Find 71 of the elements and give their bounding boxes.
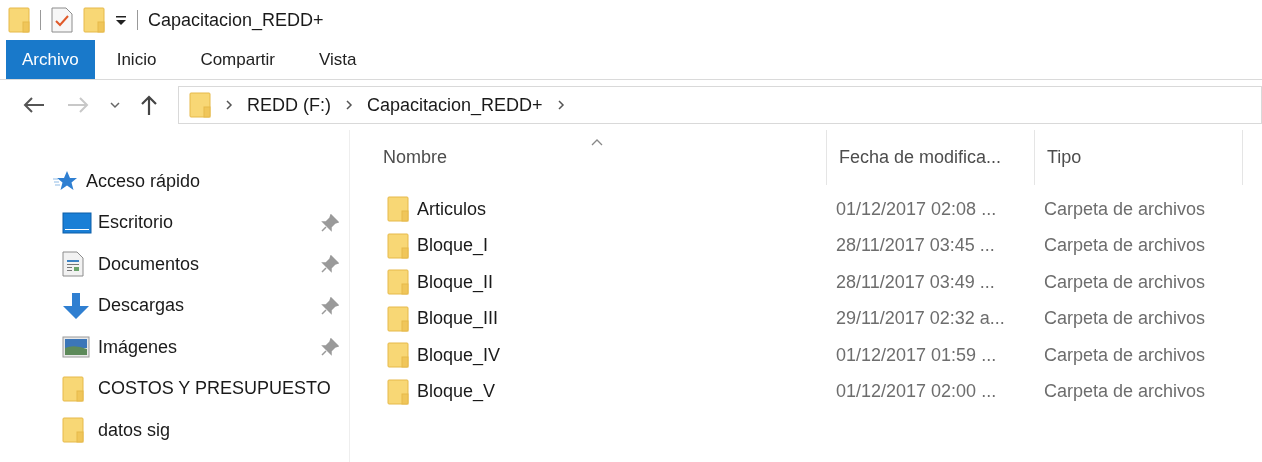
document-icon (62, 251, 84, 278)
pin-icon[interactable] (321, 338, 339, 357)
pin-icon[interactable] (321, 296, 339, 315)
file-name: Bloque_I (417, 234, 489, 258)
modified-date: 01/12/2017 02:08 ... (836, 198, 997, 219)
up-arrow-icon[interactable] (140, 94, 158, 116)
breadcrumb[interactable]: REDD (F:) (247, 91, 331, 119)
column-header[interactable]: Fecha de modifica... (826, 130, 1034, 185)
file-row[interactable]: Articulos 01/12/2017 02:08 ... Carpeta de archivos (350, 191, 1262, 228)
modified-date: 01/12/2017 01:59 ... (836, 344, 997, 365)
folder-icon (387, 269, 409, 296)
checklist-document-icon[interactable] (51, 7, 73, 33)
file-type: Carpeta de archivos (1044, 381, 1206, 402)
folder-icon (189, 92, 211, 118)
pin-icon[interactable] (321, 213, 339, 232)
folder-icon (387, 232, 409, 259)
back-arrow-icon[interactable] (22, 96, 46, 114)
file-name: Articulos (417, 197, 487, 221)
download-arrow-icon (62, 291, 90, 320)
address-bar[interactable]: REDD (F:) Capacitacion_REDD+ (178, 86, 1262, 124)
file-type: Carpeta de archivos (1044, 198, 1206, 219)
file-row[interactable]: Bloque_I 28/11/2017 03:45 ... Carpeta de archivos (350, 227, 1262, 264)
file-name: Bloque_II (417, 270, 494, 295)
sidebar-item[interactable]: Escritorio (52, 202, 339, 244)
folder-icon (387, 342, 409, 369)
desktop-icon (62, 211, 92, 234)
sidebar-item[interactable]: Imágenes (52, 326, 339, 368)
pin-icon[interactable] (321, 255, 339, 274)
chevron-right-icon[interactable] (225, 99, 233, 111)
folder-icon (8, 7, 30, 33)
modified-date: 28/11/2017 03:49 ... (836, 271, 995, 292)
folder-icon (62, 375, 84, 402)
sidebar-item[interactable]: COSTOS Y PRESUPUESTO (52, 368, 339, 410)
modified-date: 28/11/2017 03:45 ... (836, 235, 995, 256)
folder-icon (387, 378, 409, 405)
column-header[interactable]: Tipo (1034, 130, 1243, 185)
quick-access-header[interactable]: Acceso rápido (86, 167, 201, 195)
image-icon (62, 336, 90, 359)
modified-date: 29/11/2017 02:32 a... (836, 308, 1005, 329)
column-header[interactable]: Nombre (350, 130, 826, 185)
dropdown-arrow-icon[interactable] (115, 14, 127, 26)
folder-icon (83, 7, 105, 33)
window-title: Capacitacion_REDD+ (148, 8, 324, 33)
file-type: Carpeta de archivos (1044, 235, 1206, 256)
ribbon-tab[interactable]: Vista (297, 40, 379, 79)
file-row[interactable]: Bloque_II 28/11/2017 03:49 ... Carpeta de archivos (350, 264, 1262, 301)
star-icon (52, 170, 78, 192)
folder-icon (387, 196, 409, 223)
sidebar-item[interactable]: Descargas (52, 285, 339, 327)
chevron-right-icon[interactable] (345, 99, 353, 111)
sidebar-item[interactable]: Documentos (52, 243, 339, 285)
sidebar-item[interactable]: datos sig (52, 409, 339, 451)
ribbon-tab[interactable]: Inicio (94, 40, 179, 79)
file-type: Carpeta de archivos (1044, 271, 1206, 292)
ribbon-tab[interactable]: Compartir (178, 40, 297, 79)
file-type: Carpeta de archivos (1044, 308, 1206, 329)
breadcrumb[interactable]: Capacitacion_REDD+ (367, 91, 543, 119)
folder-icon (62, 417, 84, 444)
chevron-down-icon[interactable] (110, 101, 120, 109)
file-name: Bloque_III (417, 307, 499, 331)
folder-icon (387, 305, 409, 332)
file-name: Bloque_V (417, 380, 496, 404)
sort-caret-icon (591, 138, 603, 146)
file-row[interactable]: Bloque_III 29/11/2017 02:32 a... Carpeta de archivos (350, 300, 1262, 337)
file-type: Carpeta de archivos (1044, 344, 1206, 365)
chevron-right-icon[interactable] (556, 99, 565, 111)
file-name: Bloque_IV (417, 343, 501, 368)
file-row[interactable]: Bloque_V 01/12/2017 02:00 ... Carpeta de archivos (350, 373, 1262, 410)
ribbon-tab[interactable]: Archivo (6, 40, 95, 79)
file-row[interactable]: Bloque_IV 01/12/2017 01:59 ... Carpeta de archivos (350, 337, 1262, 374)
modified-date: 01/12/2017 02:00 ... (836, 381, 997, 402)
